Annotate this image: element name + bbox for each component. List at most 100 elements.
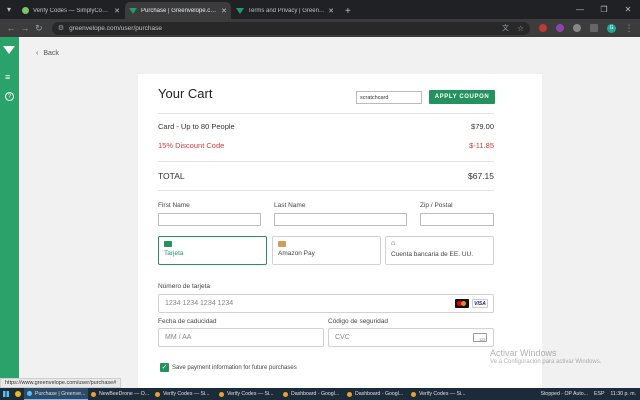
chrome-icon [347,391,352,397]
reload-icon[interactable]: ↻ [32,23,46,34]
tab-search-icon[interactable]: ▾ [0,0,18,19]
zip-label: Zip / Postal [420,202,453,209]
taskbar-item[interactable]: Dashboard - Googl... [344,388,408,400]
taskbar-item[interactable]: Verify Codes — Si... [408,388,472,400]
translate-icon[interactable]: 文 [502,23,509,33]
expiry-placeholder: MM / AA [165,334,192,341]
minimize-icon[interactable]: — [568,5,592,14]
expiry-field[interactable]: MM / AA [158,328,324,347]
hamburger-menu-icon[interactable]: ≡ [5,73,10,82]
payment-method-amazon-pay[interactable]: Amazon Pay [272,236,381,265]
cvc-card-icon: 123 [473,333,487,342]
discount-value: $-11.85 [469,141,494,150]
total-line: TOTAL $67.15 [158,171,494,181]
last-name-field[interactable] [274,213,407,226]
forward-arrow-icon[interactable]: → [18,23,32,33]
close-tab-icon[interactable]: ✕ [114,7,120,15]
card-number-label: Número de tarjeta [158,283,211,290]
start-icon[interactable] [0,388,12,400]
browser-tab-purchase[interactable]: Purchase | Greenvelope.com ✕ [125,2,231,19]
payment-method-bank[interactable]: ⌂ Cuenta bancaria de EE. UU. [385,236,494,265]
chrome-icon [283,391,288,397]
taskbar-item-label: Verify Codes — Si... [163,391,210,397]
clock[interactable]: 11:30 p. m. [610,391,636,397]
cvc-field[interactable]: CVC 123 [328,328,494,347]
help-icon[interactable]: ? [5,92,14,101]
greenvelope-favicon-icon [129,7,137,14]
bank-icon: ⌂ [391,240,396,247]
keyboard-language[interactable]: ESP [594,391,604,397]
cvc-label: Código de seguridad [328,318,388,325]
zip-field[interactable] [420,213,494,226]
browser-tab-simplycodes[interactable]: Verify Codes — SimplyCodes ✕ [18,2,124,19]
taskbar-item[interactable]: Verify Codes — Si... [216,388,280,400]
card-brands: VISA [455,299,488,308]
extension-icon[interactable] [539,24,548,32]
taskbar-item[interactable]: Purchase | Greenve... [24,388,88,400]
greenvelope-logo-icon[interactable] [3,46,15,54]
coupon-input[interactable] [356,91,422,104]
cvc-placeholder: CVC [335,334,350,341]
discount-line: 15% Discount Code $-11.85 [158,141,494,150]
greenvelope-favicon-icon [236,7,244,14]
taskbar-item[interactable]: Dashboard - Googl... [280,388,344,400]
address-url: greenvelope.com/user/purchase [69,24,163,32]
extension-icon[interactable] [573,24,582,32]
taskbar-item-label: Purchase | Greenve... [35,390,86,397]
address-bar[interactable]: ⚙ greenvelope.com/user/purchase 文 ☆ [51,21,531,35]
divider [158,161,494,162]
new-tab-icon[interactable]: + [339,6,357,19]
chevron-left-icon: ‹ [36,50,39,57]
link-status-bubble: https://www.greenvelope.com/user/purchas… [0,378,122,388]
amazon-pay-icon [278,241,286,247]
last-name-label: Last Name [274,202,306,209]
page-title: Your Cart [158,86,213,101]
tab-title: Verify Codes — SimplyCodes [33,7,112,14]
chrome-app-icon[interactable] [12,388,24,400]
extensions-puzzle-icon[interactable] [590,24,599,32]
taskbar-item-label: Dashboard - Googl... [355,391,404,397]
chrome-icon [27,391,32,396]
apply-coupon-button[interactable]: APPLY COUPON [429,90,495,104]
divider [158,113,494,114]
simplycodes-favicon-icon [22,7,29,14]
app-sidebar: ≡ ? [0,37,19,388]
close-tab-icon[interactable]: ✕ [221,7,227,15]
mastercard-icon [455,299,469,308]
payment-method-label: Tarjeta [164,250,184,257]
extension-icon[interactable] [556,24,565,32]
taskbar-item[interactable]: Verify Codes — Si... [152,388,216,400]
payment-method-label: Amazon Pay [278,250,315,257]
watermark-title: Activar Windows [490,348,557,358]
first-name-field[interactable] [158,213,261,226]
line-item-label: Card - Up to 80 People [158,122,235,131]
first-name-label: First Name [158,202,190,209]
close-tab-icon[interactable]: ✕ [328,7,334,15]
save-payment-option[interactable]: ✓ Save payment information for future pu… [160,363,297,372]
window-close-icon[interactable]: ✕ [616,5,640,14]
system-tray: Stopped - OP Auto... ESP 11:30 p. m. [541,391,640,397]
chrome-icon [155,391,160,397]
profile-avatar[interactable]: G [607,23,617,33]
total-value: $67.15 [468,171,494,181]
window-controls: — ❐ ✕ [568,0,640,19]
card-number-placeholder: 1234 1234 1234 1234 [165,300,234,307]
maximize-icon[interactable]: ❐ [592,5,616,14]
site-info-icon[interactable]: ⚙ [58,24,64,32]
card-number-field[interactable]: 1234 1234 1234 1234 VISA [158,294,494,313]
bookmark-star-icon[interactable]: ☆ [517,24,524,33]
windows-taskbar: Purchase | Greenve... NewBeeDrone — O...… [0,388,640,400]
divider [158,190,494,191]
tab-title: Terms and Privacy | Greenvelope [248,7,326,14]
line-item-price: $79.00 [471,122,494,131]
tray-status-text[interactable]: Stopped - OP Auto... [541,391,589,397]
tab-title: Purchase | Greenvelope.com [141,7,219,14]
back-link[interactable]: ‹ Back [36,50,59,57]
browser-tab-terms[interactable]: Terms and Privacy | Greenvelope ✕ [232,2,338,19]
taskbar-item[interactable]: NewBeeDrone — O... [88,388,152,400]
browser-menu-icon[interactable]: ⋮ [622,23,636,34]
checkbox-checked-icon[interactable]: ✓ [160,363,169,372]
chrome-icon [91,391,96,397]
payment-method-card[interactable]: Tarjeta [158,236,267,265]
back-arrow-icon[interactable]: ← [4,23,18,33]
